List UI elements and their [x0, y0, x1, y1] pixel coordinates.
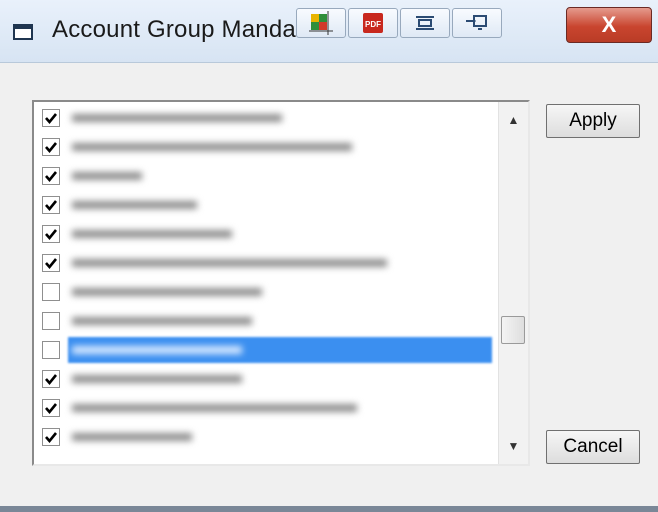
checkbox[interactable] — [42, 254, 60, 272]
list-item[interactable] — [36, 191, 524, 219]
list-item[interactable] — [36, 278, 524, 306]
list-item[interactable] — [36, 162, 524, 190]
list-item[interactable] — [36, 423, 524, 451]
capture-icon[interactable] — [296, 8, 346, 38]
list-item[interactable] — [36, 249, 524, 277]
checkbox[interactable] — [42, 138, 60, 156]
list-item-label — [72, 108, 282, 128]
list-item-label — [72, 224, 232, 244]
list-item-selected[interactable] — [36, 336, 524, 364]
vertical-scrollbar[interactable]: ▲ ▼ — [498, 102, 528, 464]
checkbox[interactable] — [42, 196, 60, 214]
list-item-label — [72, 427, 192, 447]
checkbox[interactable] — [42, 283, 60, 301]
cancel-button[interactable]: Cancel — [546, 430, 640, 464]
checkbox[interactable] — [42, 341, 60, 359]
scroll-down-icon[interactable]: ▼ — [499, 432, 528, 460]
list-item-label — [72, 311, 252, 331]
window-bottom-edge — [0, 506, 658, 512]
list-item-label — [72, 340, 242, 360]
list-item[interactable] — [36, 220, 524, 248]
checkbox[interactable] — [42, 312, 60, 330]
list-item-label — [72, 282, 262, 302]
list-item[interactable] — [36, 394, 524, 422]
scrollbar-thumb[interactable] — [501, 316, 525, 344]
checkbox[interactable] — [42, 225, 60, 243]
list-item[interactable] — [36, 104, 524, 132]
checkbox[interactable] — [42, 399, 60, 417]
scroll-up-icon[interactable]: ▲ — [499, 106, 528, 134]
list-item-label — [72, 195, 197, 215]
checkbox[interactable] — [42, 109, 60, 127]
checkbox[interactable] — [42, 428, 60, 446]
pdf-icon[interactable]: PDF — [348, 8, 398, 38]
window-icon — [13, 24, 33, 40]
close-icon: X — [601, 12, 617, 37]
overlay-toolbar: PDF — [296, 8, 536, 38]
align-icon[interactable] — [400, 8, 450, 38]
title-bar: Account Group Manda PDF X — [0, 0, 658, 63]
screen-icon[interactable] — [452, 8, 502, 38]
list-item-label — [72, 369, 242, 389]
checkbox[interactable] — [42, 167, 60, 185]
list-item-label — [72, 398, 357, 418]
list-item[interactable] — [36, 133, 524, 161]
checklist[interactable]: ▲ ▼ — [32, 100, 530, 466]
list-item[interactable] — [36, 307, 524, 335]
pdf-icon-text: PDF — [365, 20, 381, 29]
close-button[interactable]: X — [566, 7, 652, 43]
list-item-label — [72, 166, 142, 186]
list-item-label — [72, 253, 387, 273]
list-item[interactable] — [36, 365, 524, 393]
checkbox[interactable] — [42, 370, 60, 388]
list-item-label — [72, 137, 352, 157]
window-title: Account Group Manda — [52, 16, 296, 43]
apply-button[interactable]: Apply — [546, 104, 640, 138]
